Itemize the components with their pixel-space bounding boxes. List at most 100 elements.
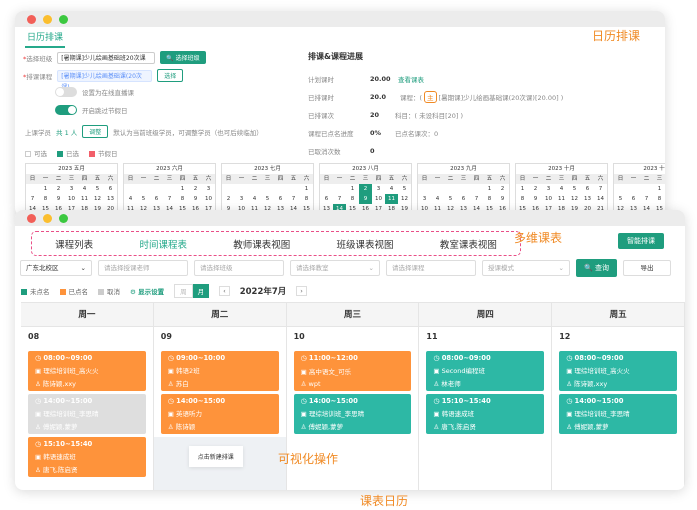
day-cell[interactable]: 8 xyxy=(483,194,496,204)
day-cell[interactable]: 3 xyxy=(202,184,215,194)
lesson-card[interactable]: ◷ 14:00~15:00 ▣ 理综培训班_李思晴 ♙ 傅妮颖,蒙萝 xyxy=(293,394,412,434)
day-cell[interactable]: 5 xyxy=(137,194,150,204)
day-cell[interactable]: 8 xyxy=(516,194,529,204)
day-column[interactable]: 08 ◷ 08:00~09:00 ▣ 理综培训班_高火火 ♙ 陈诗颖,xxy ◷ 14:… xyxy=(21,327,154,490)
maximize-button[interactable] xyxy=(59,213,68,223)
day-cell[interactable]: 1 xyxy=(346,184,359,194)
day-cell[interactable]: 4 xyxy=(124,194,137,204)
day-column[interactable]: 12 ◷ 08:00~09:00 ▣ 理综培训班_高火火 ♙ 陈诗颖,xxy ◷ 14:… xyxy=(552,327,685,490)
day-cell[interactable]: 1 xyxy=(300,184,313,194)
day-cell[interactable]: 5 xyxy=(91,184,104,194)
day-cell[interactable]: 5 xyxy=(398,184,411,194)
day-cell[interactable]: 10 xyxy=(542,194,555,204)
day-cell[interactable]: 6 xyxy=(274,194,287,204)
day-cell[interactable]: 7 xyxy=(26,194,39,204)
day-cell[interactable]: 4 xyxy=(78,184,91,194)
day-cell[interactable]: 4 xyxy=(248,194,261,204)
day-cell[interactable]: 4 xyxy=(555,184,568,194)
day-cell[interactable]: 3 xyxy=(235,194,248,204)
day-cell[interactable]: 5 xyxy=(614,194,627,204)
day-cell[interactable]: 7 xyxy=(163,194,176,204)
day-column[interactable]: 09 ◷ 09:00~10:00 ▣ 韩语2班 ♙ 苏白 ◷ 14:00~15:00 ▣ … xyxy=(153,327,287,490)
lesson-card[interactable]: ◷ 08:00~09:00 ▣ 理综培训班_高火火 ♙ 陈诗颖,xxy xyxy=(28,351,146,391)
day-cell[interactable]: 3 xyxy=(418,194,431,204)
day-cell[interactable]: 5 xyxy=(568,184,581,194)
day-cell[interactable]: 12 xyxy=(398,194,411,204)
day-cell[interactable]: 8 xyxy=(39,194,52,204)
day-cell[interactable]: 1 xyxy=(516,184,529,194)
day-cell[interactable]: 4 xyxy=(431,194,444,204)
select-class-button[interactable]: 🔍 选择班级 xyxy=(160,51,206,64)
day-cell[interactable]: 2 xyxy=(222,194,235,204)
day-cell[interactable]: 1 xyxy=(176,184,189,194)
day-cell[interactable]: 2 xyxy=(359,184,372,194)
lesson-card[interactable]: ◷ 14:00~15:00 ▣ 理综培训班_李思晴 ♙ 傅妮颖,蒙萝 xyxy=(559,394,677,434)
day-cell[interactable]: 7 xyxy=(470,194,483,204)
lesson-card[interactable]: ◷ 09:00~10:00 ▣ 韩语2班 ♙ 苏白 xyxy=(160,351,279,391)
day-cell[interactable]: 1 xyxy=(653,184,665,194)
day-cell[interactable]: 2 xyxy=(189,184,202,194)
adjust-students-button[interactable]: 调整 xyxy=(82,125,109,138)
day-cell[interactable]: 9 xyxy=(529,194,542,204)
class-input[interactable]: [暑期课]少儿绘画基础班20次课 xyxy=(57,51,156,64)
day-cell[interactable]: 4 xyxy=(385,184,398,194)
teacher-select[interactable]: 请选择授课老师 xyxy=(98,260,188,276)
lesson-card[interactable]: ◷ 15:10~15:40 ▣ 韩语速成班 ♙ 唐飞,陈启贤 xyxy=(28,437,146,477)
new-lesson-tooltip[interactable]: 点击新建排课 xyxy=(188,446,243,467)
lesson-card[interactable]: ◷ 08:00~09:00 ▣ 理综培训班_高火火 ♙ 陈诗颖,xxy xyxy=(559,351,677,391)
day-cell[interactable]: 5 xyxy=(444,194,457,204)
course-select[interactable]: 请选择课程 xyxy=(386,260,476,276)
class-select[interactable]: 请选择班级 xyxy=(194,260,284,276)
close-button[interactable] xyxy=(27,14,36,24)
view-schedule-link[interactable]: 查看课表 xyxy=(398,74,424,84)
day-cell[interactable]: 6 xyxy=(320,194,333,204)
day-cell[interactable]: 7 xyxy=(333,194,346,204)
day-cell[interactable]: 1 xyxy=(483,184,496,194)
minimize-button[interactable] xyxy=(43,14,52,24)
day-cell[interactable]: 11 xyxy=(78,194,91,204)
week-view-button[interactable]: 周 xyxy=(174,284,193,298)
lesson-card[interactable]: ◷ 14:00~15:00 ▣ 理综培训班_李思晴 ♙ 傅妮颖,蒙萝 xyxy=(28,394,146,434)
day-cell[interactable]: 7 xyxy=(640,194,653,204)
view-tab[interactable]: 教师课表视图 xyxy=(233,237,290,251)
next-month-button[interactable]: › xyxy=(296,286,307,296)
day-cell[interactable]: 9 xyxy=(359,194,372,204)
campus-select[interactable]: 广东北校区 ⌄ xyxy=(20,260,92,276)
day-cell[interactable]: 9 xyxy=(189,194,202,204)
day-cell[interactable]: 3 xyxy=(372,184,385,194)
view-tab[interactable]: 课程列表 xyxy=(55,237,93,251)
day-cell[interactable]: 10 xyxy=(372,194,385,204)
lesson-card[interactable]: ◷ 08:00~09:00 ▣ Second编程班 ♙ 林老师 xyxy=(426,351,545,391)
day-cell[interactable]: 7 xyxy=(287,194,300,204)
view-tab[interactable]: 时间课程表 xyxy=(139,237,187,251)
lesson-card[interactable]: ◷ 14:00~15:00 ▣ 英语听力 ♙ 陈诗颖 xyxy=(160,394,279,434)
day-cell[interactable]: 11 xyxy=(555,194,568,204)
day-cell[interactable]: 10 xyxy=(202,194,215,204)
day-cell[interactable]: 12 xyxy=(91,194,104,204)
day-cell[interactable]: 8 xyxy=(653,194,665,204)
day-cell[interactable]: 6 xyxy=(581,184,594,194)
day-cell[interactable]: 8 xyxy=(346,194,359,204)
skip-holiday-toggle[interactable] xyxy=(55,105,77,115)
room-select[interactable]: 请选择教室 ⌄ xyxy=(290,260,380,276)
course-input[interactable]: [暑期课]少儿绘画基础课(20次课) xyxy=(57,69,153,91)
mode-select[interactable]: 授课模式 ⌄ xyxy=(482,260,570,276)
day-cell[interactable]: 9 xyxy=(496,194,509,204)
select-course-button[interactable]: 选择 xyxy=(157,69,184,82)
view-tab[interactable]: 教室课表视图 xyxy=(440,237,497,251)
tab-calendar-scheduling[interactable]: 日历排课 xyxy=(25,30,66,48)
day-cell[interactable]: 7 xyxy=(594,184,607,194)
display-settings-button[interactable]: ⚙ 显示设置 xyxy=(130,286,164,296)
day-cell[interactable]: 11 xyxy=(385,194,398,204)
day-cell[interactable]: 9 xyxy=(52,194,65,204)
month-view-button[interactable]: 月 xyxy=(192,284,210,298)
day-cell[interactable]: 6 xyxy=(627,194,640,204)
day-cell[interactable]: 12 xyxy=(568,194,581,204)
day-cell[interactable]: 13 xyxy=(104,194,117,204)
day-cell[interactable]: 8 xyxy=(300,194,313,204)
day-cell[interactable]: 1 xyxy=(39,184,52,194)
day-cell[interactable]: 6 xyxy=(457,194,470,204)
prev-month-button[interactable]: ‹ xyxy=(219,286,230,296)
minimize-button[interactable] xyxy=(43,213,52,223)
day-cell[interactable]: 10 xyxy=(65,194,78,204)
